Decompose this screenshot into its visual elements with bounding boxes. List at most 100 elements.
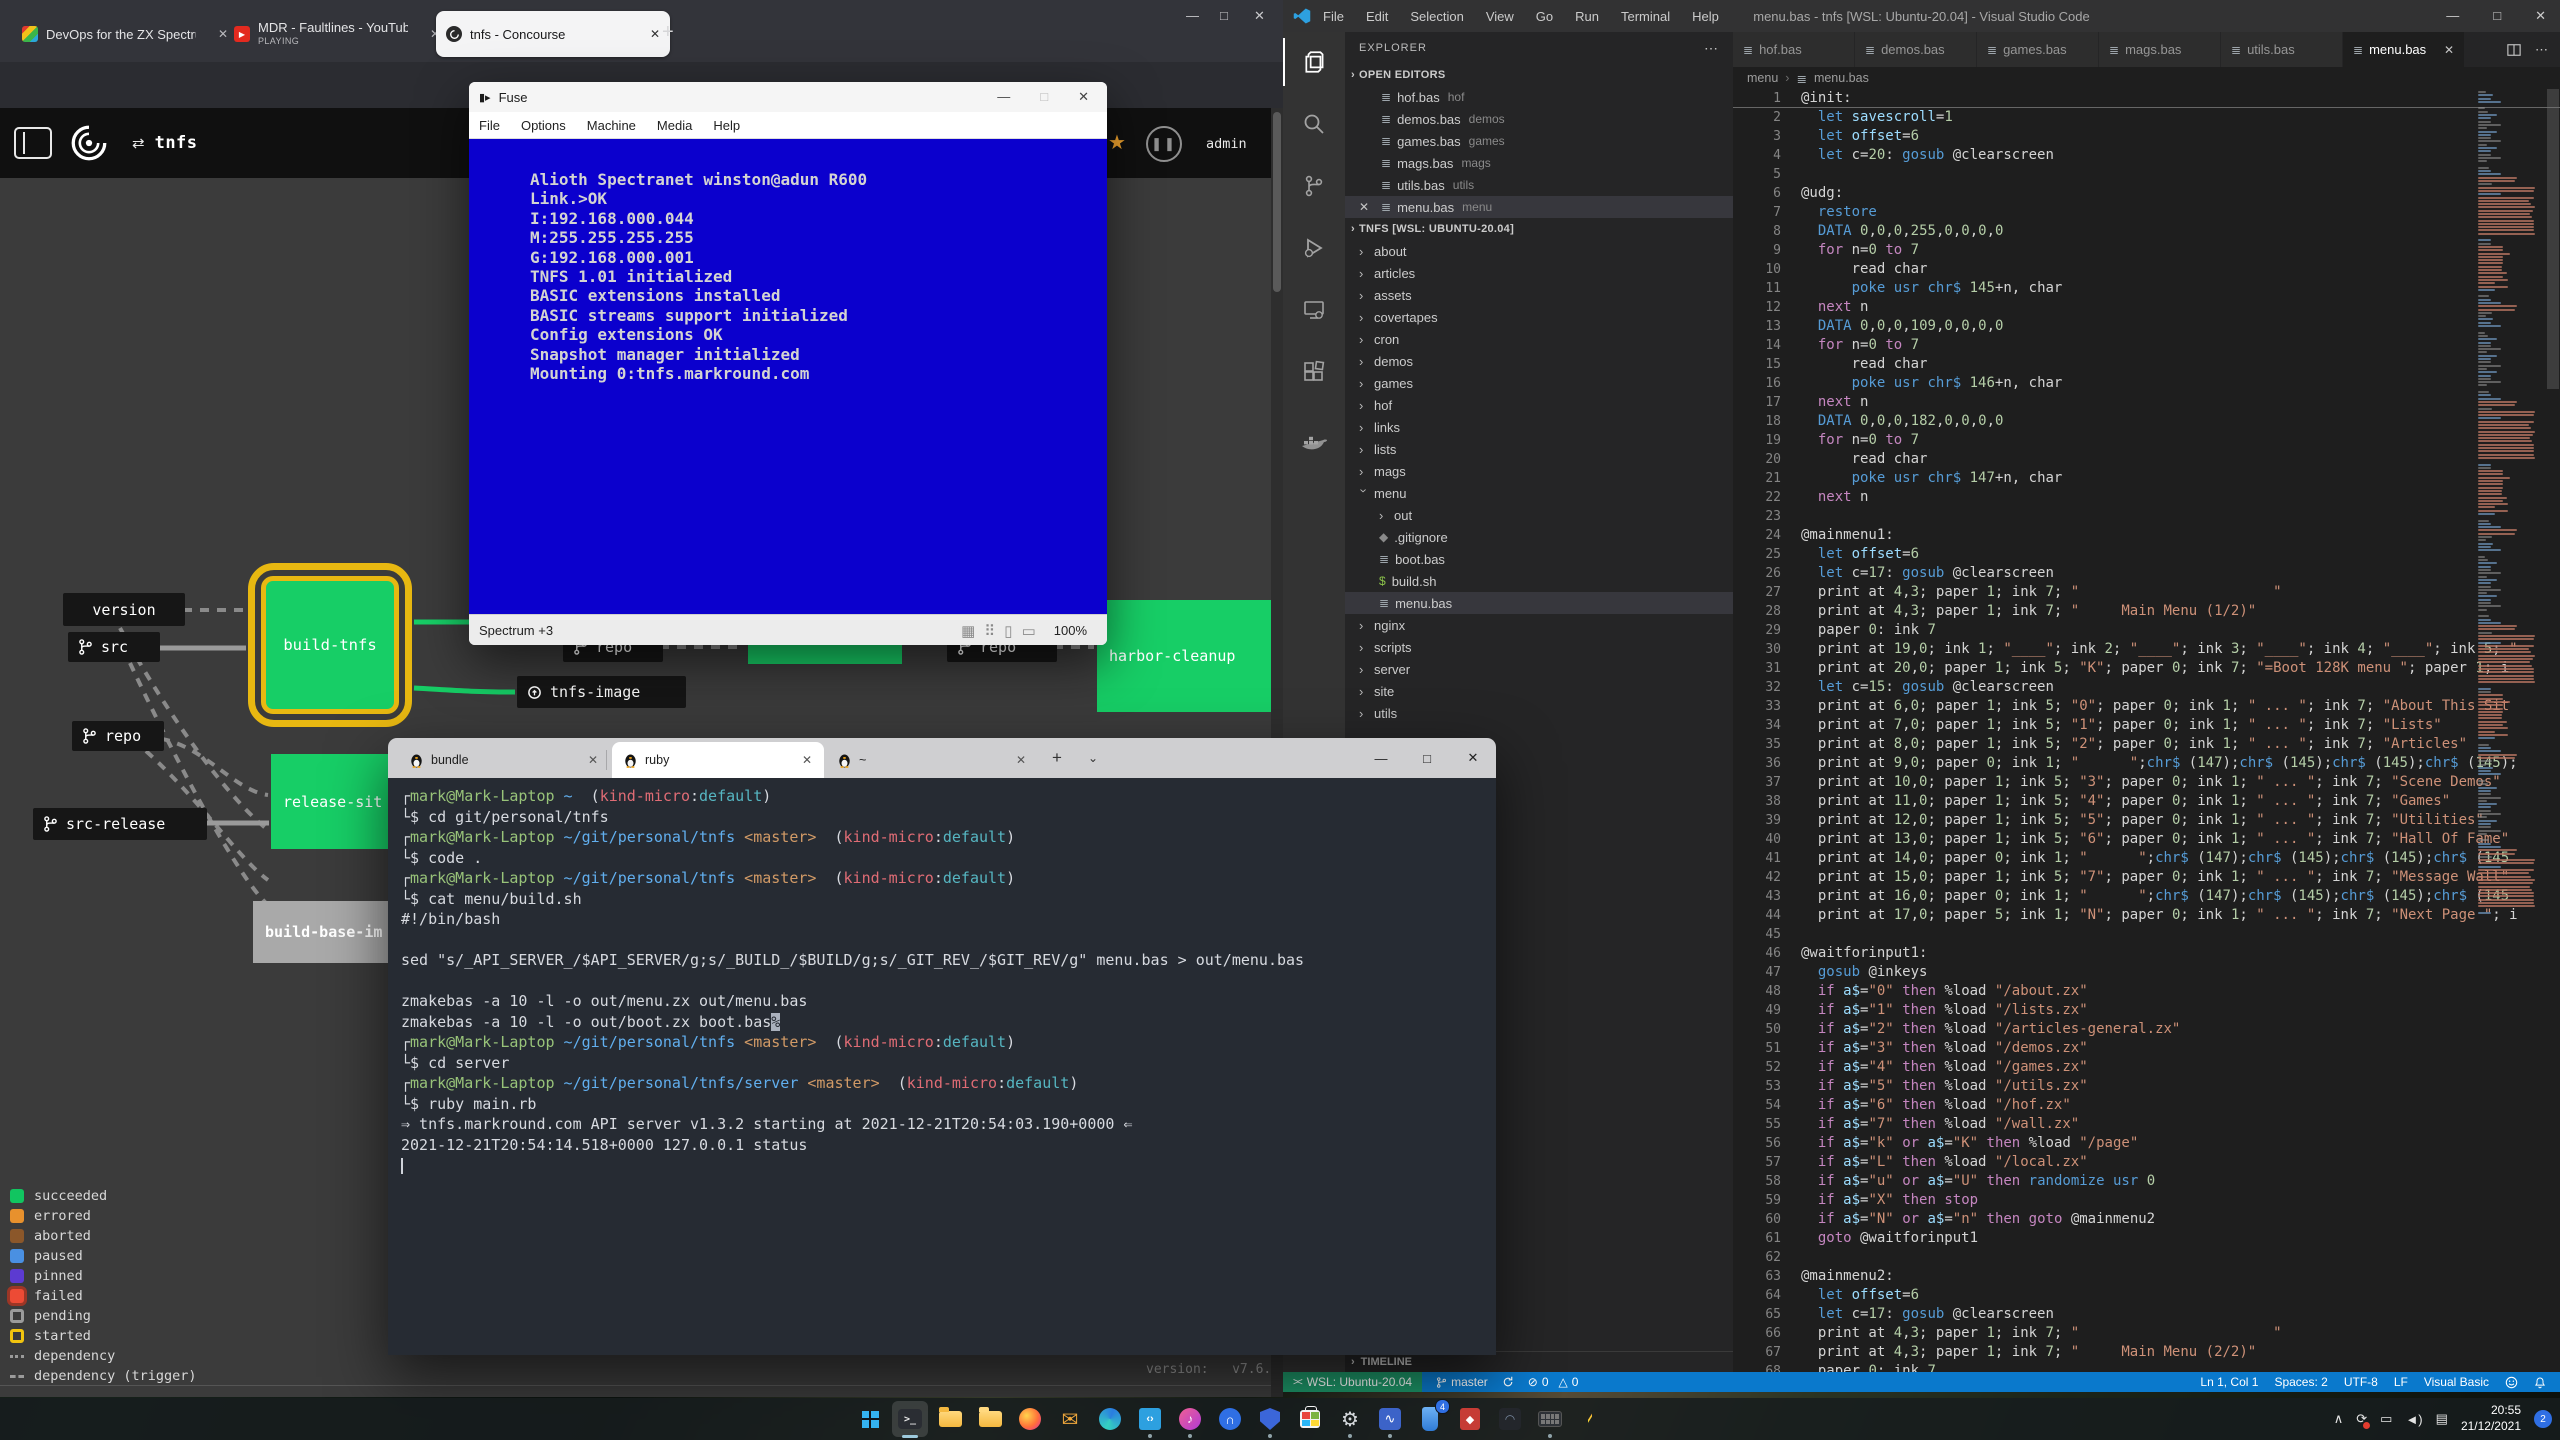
fuse-minimize-button[interactable]: —	[997, 89, 1010, 105]
terminal-dropdown-icon[interactable]: ⌄	[1088, 751, 1098, 765]
taskbar-icon-firefox[interactable]	[1012, 1401, 1048, 1437]
close-icon[interactable]: ✕	[650, 27, 660, 41]
run-debug-icon[interactable]	[1283, 224, 1345, 272]
feedback-icon[interactable]	[2505, 1376, 2518, 1389]
menu-terminal[interactable]: Terminal	[1621, 9, 1670, 24]
tree-item-demos[interactable]: ›demos	[1345, 350, 1733, 372]
vscode-maximize-button[interactable]: □	[2493, 8, 2501, 24]
taskbar-icon-windows-terminal[interactable]: >_	[892, 1401, 928, 1437]
taskbar-icon-vscode[interactable]: ‹›	[1132, 1401, 1168, 1437]
display-tray-icon[interactable]: ▭	[2380, 1411, 2392, 1427]
browser-tab-devops[interactable]: DevOps for the ZX Spectrum - n ✕	[12, 11, 238, 57]
encoding[interactable]: UTF-8	[2344, 1375, 2378, 1389]
bell-icon[interactable]	[2534, 1376, 2546, 1389]
editor-tab-menu.bas[interactable]: ≣menu.bas✕	[2343, 32, 2465, 67]
editor-tab-hof.bas[interactable]: ≣hof.bas	[1733, 32, 1855, 67]
terminal-minimize-button[interactable]: —	[1358, 738, 1404, 778]
tree-item-articles[interactable]: ›articles	[1345, 262, 1733, 284]
open-editor-mags.bas[interactable]: ≣mags.basmags	[1345, 152, 1733, 174]
tree-item-cron[interactable]: ›cron	[1345, 328, 1733, 350]
open-editor-menu.bas[interactable]: ✕≣menu.basmenu	[1345, 196, 1733, 218]
source-control-icon[interactable]	[1283, 162, 1345, 210]
taskbar-icon-file-explorer[interactable]	[932, 1401, 968, 1437]
tray-expand-icon[interactable]: ∧	[2334, 1411, 2344, 1427]
new-terminal-tab-button[interactable]: +	[1052, 748, 1062, 768]
tree-item-hof[interactable]: ›hof	[1345, 394, 1733, 416]
open-editor-games.bas[interactable]: ≣games.basgames	[1345, 130, 1733, 152]
tree-item-menu[interactable]: ›menu	[1345, 482, 1733, 504]
tree-item-scripts[interactable]: ›scripts	[1345, 636, 1733, 658]
editor-tab-games.bas[interactable]: ≣games.bas	[1977, 32, 2099, 67]
remote-indicator[interactable]: >< WSL: Ubuntu-20.04	[1283, 1372, 1422, 1392]
taskbar-icon-monitor-app[interactable]: ∿	[1372, 1401, 1408, 1437]
close-icon[interactable]: ✕	[802, 753, 812, 767]
fuse-maximize-button[interactable]: □	[1040, 89, 1048, 105]
vscode-close-button[interactable]: ✕	[2535, 8, 2546, 24]
fuse-close-button[interactable]: ✕	[1078, 89, 1089, 105]
extensions-icon[interactable]	[1283, 348, 1345, 396]
browser-tab-youtube[interactable]: ▶ MDR - Faultlines - YouTube PLAYING ✕	[224, 11, 450, 57]
tree-item-about[interactable]: ›about	[1345, 240, 1733, 262]
tree-item-.gitignore[interactable]: ◆.gitignore	[1345, 526, 1733, 548]
tree-item-build.sh[interactable]: $build.sh	[1345, 570, 1733, 592]
notification-badge[interactable]: 2	[2534, 1410, 2552, 1428]
taskbar-icon-keyboard-app[interactable]	[1532, 1401, 1568, 1437]
tree-item-assets[interactable]: ›assets	[1345, 284, 1733, 306]
explorer-icon[interactable]	[1283, 38, 1345, 86]
taskbar-icon-headset[interactable]: ∩	[1212, 1401, 1248, 1437]
editor-tab-mags.bas[interactable]: ≣mags.bas	[2099, 32, 2221, 67]
cursor-position[interactable]: Ln 1, Col 1	[2200, 1375, 2258, 1389]
tree-item-site[interactable]: ›site	[1345, 680, 1733, 702]
taskbar-icon-store[interactable]	[1292, 1401, 1328, 1437]
docker-icon[interactable]	[1283, 420, 1345, 468]
printer-tray-icon[interactable]: ▤	[2436, 1411, 2448, 1427]
new-tab-button[interactable]: +	[662, 22, 674, 42]
code-editor[interactable]: 1@init:2 let savescroll=13 let offset=64…	[1733, 89, 2560, 1372]
tree-item-boot.bas[interactable]: ≣boot.bas	[1345, 548, 1733, 570]
tree-item-mags[interactable]: ›mags	[1345, 460, 1733, 482]
resource-tnfs-image[interactable]: tnfs-image	[517, 676, 686, 708]
taskbar-icon-keeper[interactable]: ◆	[1452, 1401, 1488, 1437]
editor-tab-utils.bas[interactable]: ≣utils.bas	[2221, 32, 2343, 67]
tree-item-utils[interactable]: ›utils	[1345, 702, 1733, 724]
tree-item-server[interactable]: ›server	[1345, 658, 1733, 680]
browser-minimize-button[interactable]: —	[1186, 8, 1199, 23]
tree-item-links[interactable]: ›links	[1345, 416, 1733, 438]
menu-view[interactable]: View	[1486, 9, 1514, 24]
close-icon[interactable]: ✕	[588, 753, 598, 767]
fuse-menu-file[interactable]: File	[479, 118, 500, 133]
folder-section-header[interactable]: › TNFS [WSL: UBUNTU-20.04]	[1345, 218, 1733, 240]
open-editor-utils.bas[interactable]: ≣utils.basutils	[1345, 174, 1733, 196]
indentation[interactable]: Spaces: 2	[2274, 1375, 2327, 1389]
tree-item-lists[interactable]: ›lists	[1345, 438, 1733, 460]
tree-item-out[interactable]: ›out	[1345, 504, 1733, 526]
taskbar-icon-dark-app[interactable]: ◠	[1492, 1401, 1528, 1437]
editor-scrollbar[interactable]	[2546, 89, 2560, 1372]
fuse-menu-machine[interactable]: Machine	[587, 118, 636, 133]
tree-item-nginx[interactable]: ›nginx	[1345, 614, 1733, 636]
taskbar-icon-password-manager[interactable]	[1252, 1401, 1288, 1437]
git-branch-indicator[interactable]: master	[1436, 1375, 1488, 1389]
browser-maximize-button[interactable]: □	[1220, 8, 1228, 23]
fuse-menu-media[interactable]: Media	[657, 118, 692, 133]
browser-close-button[interactable]: ✕	[1254, 8, 1265, 24]
resource-version[interactable]: version	[63, 593, 185, 626]
terminal-maximize-button[interactable]: □	[1404, 738, 1450, 778]
taskbar-icon-office[interactable]: ∕	[1572, 1401, 1608, 1437]
close-icon[interactable]: ✕	[2444, 43, 2454, 57]
taskbar-icon-edge[interactable]	[1092, 1401, 1128, 1437]
resource-repo[interactable]: repo	[72, 721, 164, 751]
terminal-tab-home[interactable]: ~✕	[826, 742, 1038, 778]
remote-explorer-icon[interactable]	[1283, 286, 1345, 334]
menu-edit[interactable]: Edit	[1366, 9, 1388, 24]
tree-item-covertapes[interactable]: ›covertapes	[1345, 306, 1733, 328]
open-editor-demos.bas[interactable]: ≣demos.basdemos	[1345, 108, 1733, 130]
taskbar-icon-notes[interactable]: 4	[1412, 1401, 1448, 1437]
menu-run[interactable]: Run	[1575, 9, 1599, 24]
tree-item-menu.bas[interactable]: ≣menu.bas	[1345, 592, 1733, 614]
job-harbor-cleanup[interactable]: harbor-cleanup	[1097, 600, 1277, 712]
menu-selection[interactable]: Selection	[1410, 9, 1463, 24]
fuse-menu-help[interactable]: Help	[713, 118, 740, 133]
tree-item-games[interactable]: ›games	[1345, 372, 1733, 394]
fuse-title-bar[interactable]: ▮▸ Fuse — □ ✕	[469, 82, 1107, 112]
